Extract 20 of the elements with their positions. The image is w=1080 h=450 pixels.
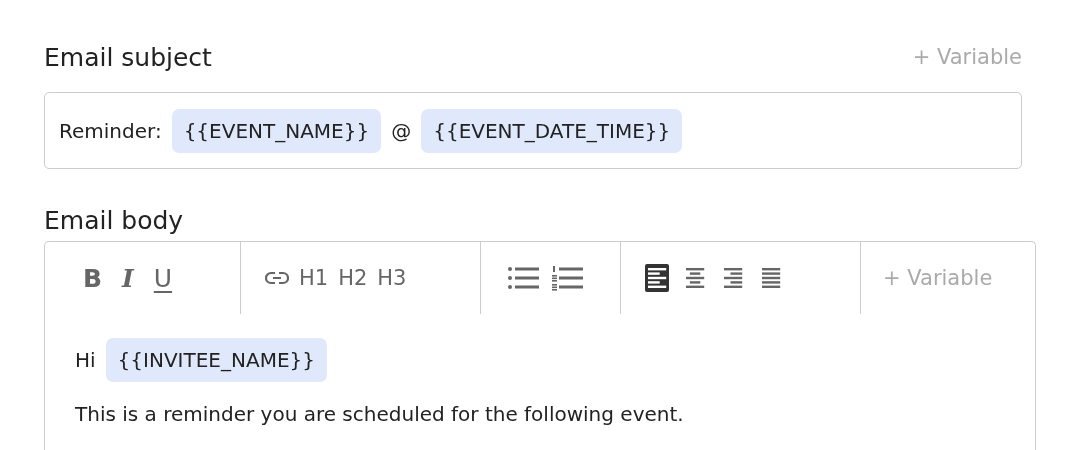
variable-chip[interactable]: {{INVITEE_NAME}}	[105, 338, 327, 382]
body-text: Hi	[75, 348, 96, 372]
heading-button[interactable]: H1	[299, 266, 329, 290]
align-left-icon[interactable]	[645, 264, 669, 292]
heading-button[interactable]: H3	[377, 266, 407, 290]
body-text: This is a reminder you are scheduled for the following event.	[75, 402, 684, 426]
subject-text: @	[391, 118, 412, 143]
numbered-list-icon[interactable]	[551, 265, 583, 291]
link-icon[interactable]	[265, 271, 289, 285]
format-button[interactable]: I	[122, 263, 134, 293]
variable-chip[interactable]: {{EVENT_DATE_TIME}}	[421, 108, 683, 153]
subject-field[interactable]: Reminder: {{EVENT_NAME}} @ {{EVENT_DATE_TIME}}	[44, 92, 1022, 169]
variable-chip[interactable]: {{EVENT_NAME}}	[171, 108, 382, 153]
format-button[interactable]: B	[83, 263, 103, 293]
field-label: Email subject	[44, 42, 212, 72]
subject-text: Reminder:	[59, 118, 162, 143]
field-label: Email body	[44, 205, 184, 235]
heading-button[interactable]: H2	[338, 266, 368, 290]
format-button[interactable]: U	[153, 263, 173, 293]
bullet-list-icon[interactable]	[507, 265, 539, 291]
